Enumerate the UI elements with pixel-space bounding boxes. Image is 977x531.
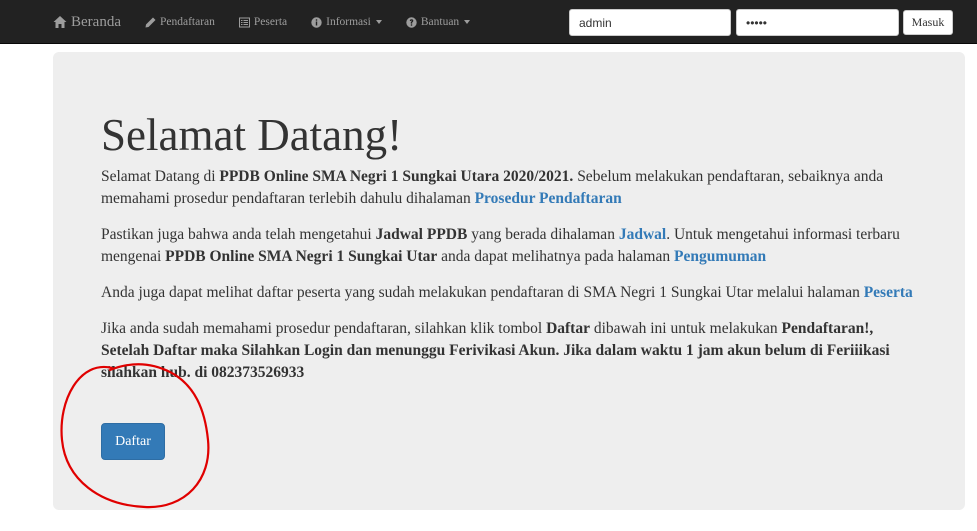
home-icon bbox=[53, 16, 67, 28]
welcome-paragraph: Selamat Datang di PPDB Online SMA Negri … bbox=[101, 168, 884, 207]
schedule-paragraph: Pastikan juga bahwa anda telah mengetahu… bbox=[101, 226, 900, 265]
nav-brand-beranda[interactable]: Beranda bbox=[53, 14, 121, 31]
participants-paragraph: Anda juga dapat melihat daftar peserta y… bbox=[101, 284, 913, 301]
navbar: Beranda Pendaftaran Peserta Informasi Ba… bbox=[0, 0, 977, 44]
link-peserta[interactable]: Peserta bbox=[864, 284, 913, 301]
navbar-menu: Beranda Pendaftaran Peserta Informasi Ba… bbox=[53, 0, 494, 44]
register-instruction-paragraph: Jika anda sudah memahami prosedur pendaf… bbox=[101, 320, 890, 381]
nav-item-bantuan[interactable]: Bantuan bbox=[406, 16, 471, 28]
nav-item-peserta[interactable]: Peserta bbox=[238, 16, 288, 28]
list-icon bbox=[238, 17, 250, 27]
welcome-content: Selamat Datang! Selamat Datang di PPDB O… bbox=[101, 110, 921, 398]
question-circle-icon bbox=[406, 16, 417, 28]
nav-item-informasi[interactable]: Informasi bbox=[311, 16, 382, 28]
daftar-button[interactable]: Daftar bbox=[101, 423, 165, 460]
caret-down-icon bbox=[464, 20, 471, 24]
nav-item-label: Pendaftaran bbox=[159, 16, 215, 28]
link-jadwal[interactable]: Jadwal bbox=[619, 226, 666, 243]
login-button[interactable]: Masuk bbox=[903, 10, 953, 35]
info-circle-icon bbox=[311, 16, 322, 28]
username-input[interactable] bbox=[569, 9, 731, 36]
link-pengumuman[interactable]: Pengumuman bbox=[674, 248, 766, 265]
nav-item-pendaftaran[interactable]: Pendaftaran bbox=[145, 16, 215, 28]
pencil-icon bbox=[145, 17, 156, 27]
nav-item-label: Peserta bbox=[253, 16, 288, 28]
caret-down-icon bbox=[375, 20, 382, 24]
welcome-jumbotron: Selamat Datang! Selamat Datang di PPDB O… bbox=[53, 52, 965, 510]
nav-item-label: Informasi bbox=[326, 16, 371, 28]
password-input[interactable] bbox=[736, 9, 899, 36]
nav-brand-label: Beranda bbox=[71, 13, 121, 30]
page-title: Selamat Datang! bbox=[101, 110, 403, 160]
link-prosedur-pendaftaran[interactable]: Prosedur Pendaftaran bbox=[475, 190, 622, 207]
nav-item-label: Bantuan bbox=[420, 16, 460, 28]
